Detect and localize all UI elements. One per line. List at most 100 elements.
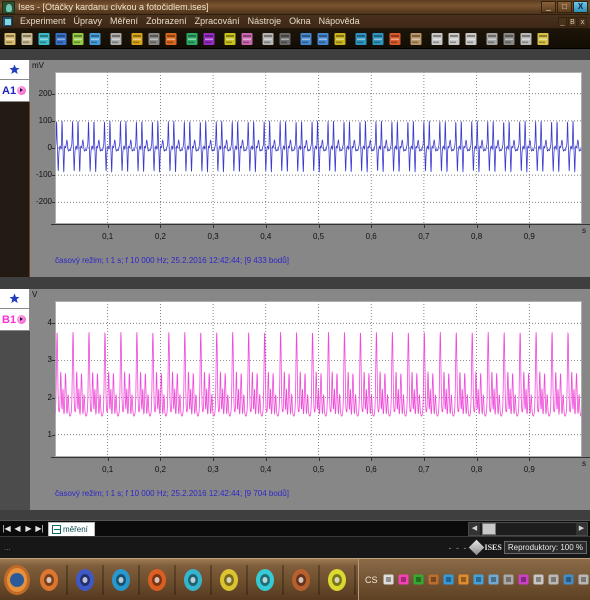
meter-icon[interactable] [408, 30, 424, 47]
new-file-icon[interactable] [2, 30, 18, 47]
stop-measurement-icon[interactable] [277, 30, 293, 47]
document-system-icon[interactable] [2, 16, 13, 27]
taskbar-separator [246, 564, 248, 595]
menu-item-nastroje[interactable]: Nástroje [244, 15, 286, 28]
probe-b-icon[interactable] [315, 30, 331, 47]
copy-icon[interactable] [484, 30, 500, 47]
favorite-star-button-b1[interactable] [0, 289, 30, 309]
channel-selector-b1[interactable]: B1 [0, 309, 30, 331]
sound-waves-icon-glyph [578, 574, 589, 585]
paint-icon[interactable] [288, 565, 314, 595]
ises-taskbar-icon[interactable] [252, 565, 278, 595]
speaker-icon[interactable] [562, 573, 575, 586]
nav-prev-button[interactable]: ◀ [13, 524, 22, 533]
clock-app-icon[interactable] [412, 573, 425, 586]
volume-icon[interactable] [472, 573, 485, 586]
menu-item-napoveda[interactable]: Nápověda [315, 15, 364, 28]
scrollbar-thumb[interactable] [482, 522, 496, 535]
menu-item-zpracovani[interactable]: Zpracování [191, 15, 244, 28]
mdi-minimize-button[interactable]: _ [558, 16, 567, 27]
taskbar-separator [66, 564, 68, 595]
network-icon[interactable] [487, 573, 500, 586]
graph-settings-icon[interactable] [184, 30, 200, 47]
media-player-icon[interactable] [36, 565, 62, 595]
data-table-icon[interactable] [387, 30, 403, 47]
horizontal-scrollbar[interactable]: ◀ ▶ [468, 521, 588, 536]
windows-flag-icon[interactable] [382, 573, 395, 586]
x-tick-label: 0,7 [418, 465, 430, 474]
waveform-chart-a1[interactable] [55, 72, 582, 224]
y-tick-mark [52, 175, 55, 177]
data-table-icon-glyph [389, 32, 401, 45]
x-tick-label: 0,9 [523, 232, 535, 241]
restore-button[interactable]: □ [557, 1, 572, 13]
menu-item-experiment[interactable]: Experiment [16, 15, 70, 28]
monitor-icon[interactable] [502, 573, 515, 586]
word-icon[interactable] [324, 565, 350, 595]
save-as-icon[interactable] [53, 30, 69, 47]
function-y-icon[interactable] [429, 30, 445, 47]
waveform-chart-b1[interactable] [55, 301, 582, 457]
settings-gear-icon[interactable] [332, 30, 348, 47]
table-view-icon[interactable] [353, 30, 369, 47]
menu-item-upravy[interactable]: Úpravy [70, 15, 107, 28]
nav-first-button[interactable]: |◀ [2, 524, 11, 533]
orange-doc-icon[interactable] [457, 573, 470, 586]
mdi-close-button[interactable]: x [578, 16, 587, 27]
function-dy-icon[interactable] [463, 30, 479, 47]
undo-icon[interactable] [129, 30, 145, 47]
channel-dropdown-icon-b1[interactable] [17, 315, 27, 324]
mdi-restore-button[interactable]: B [568, 16, 577, 27]
globe-icon[interactable] [501, 30, 517, 47]
menu-item-mereni[interactable]: Měření [106, 15, 142, 28]
scroll-left-button[interactable]: ◀ [469, 522, 480, 535]
sheet-tab-mereni[interactable]: měření [48, 521, 95, 536]
menu-item-zobrazeni[interactable]: Zobrazení [142, 15, 191, 28]
info-icon[interactable] [535, 30, 551, 47]
print-icon[interactable] [108, 30, 124, 47]
nav-next-button[interactable]: ▶ [24, 524, 33, 533]
scroll-right-button[interactable]: ▶ [576, 522, 587, 535]
start-button[interactable] [2, 561, 32, 599]
color-palette-icon[interactable] [201, 30, 217, 47]
close-x-icon[interactable] [87, 30, 103, 47]
sound-waves-icon[interactable] [577, 573, 590, 586]
usb-icon[interactable] [517, 573, 530, 586]
start-measurement-icon[interactable] [260, 30, 276, 47]
minimize-button[interactable]: _ [541, 1, 556, 13]
chart-b-icon[interactable] [239, 30, 255, 47]
folder-window-icon[interactable] [72, 565, 98, 595]
pink-app-icon[interactable] [397, 573, 410, 586]
help-arrow-icon-glyph [520, 32, 532, 45]
channel-selector-a1[interactable]: A1 [0, 80, 30, 102]
firefox-icon[interactable] [180, 565, 206, 595]
menu-item-okna[interactable]: Okna [285, 15, 315, 28]
language-indicator[interactable]: CS [361, 575, 382, 585]
book-icon[interactable] [427, 573, 440, 586]
chart-a-icon[interactable] [222, 30, 238, 47]
close-button[interactable]: X [573, 1, 588, 13]
battery-icon[interactable] [547, 573, 560, 586]
y-tick-mark [52, 148, 55, 149]
notes-icon[interactable] [163, 30, 179, 47]
table-view2-icon[interactable] [370, 30, 386, 47]
save-icon[interactable] [70, 30, 86, 47]
help-arrow-icon[interactable] [518, 30, 534, 47]
windows-media-icon[interactable] [108, 565, 134, 595]
function-fy-icon[interactable] [446, 30, 462, 47]
y-tick-mark [52, 360, 55, 362]
x-tick-label: 0,3 [207, 232, 219, 241]
favorite-star-button-a1[interactable] [0, 60, 30, 80]
bluetooth-icon[interactable] [442, 573, 455, 586]
redo-icon[interactable] [146, 30, 162, 47]
x-tick-label: 0,7 [418, 232, 430, 241]
channel-dropdown-icon-a1[interactable] [17, 86, 27, 95]
app-yellow-icon[interactable] [216, 565, 242, 595]
nav-last-button[interactable]: ▶| [35, 524, 44, 533]
flag-icon[interactable] [532, 573, 545, 586]
internet-explorer-icon[interactable] [144, 565, 170, 595]
probe-a-icon[interactable] [298, 30, 314, 47]
open-file-icon[interactable] [19, 30, 35, 47]
x-tick-label: 0,1 [102, 232, 114, 241]
refresh-icon[interactable] [36, 30, 52, 47]
